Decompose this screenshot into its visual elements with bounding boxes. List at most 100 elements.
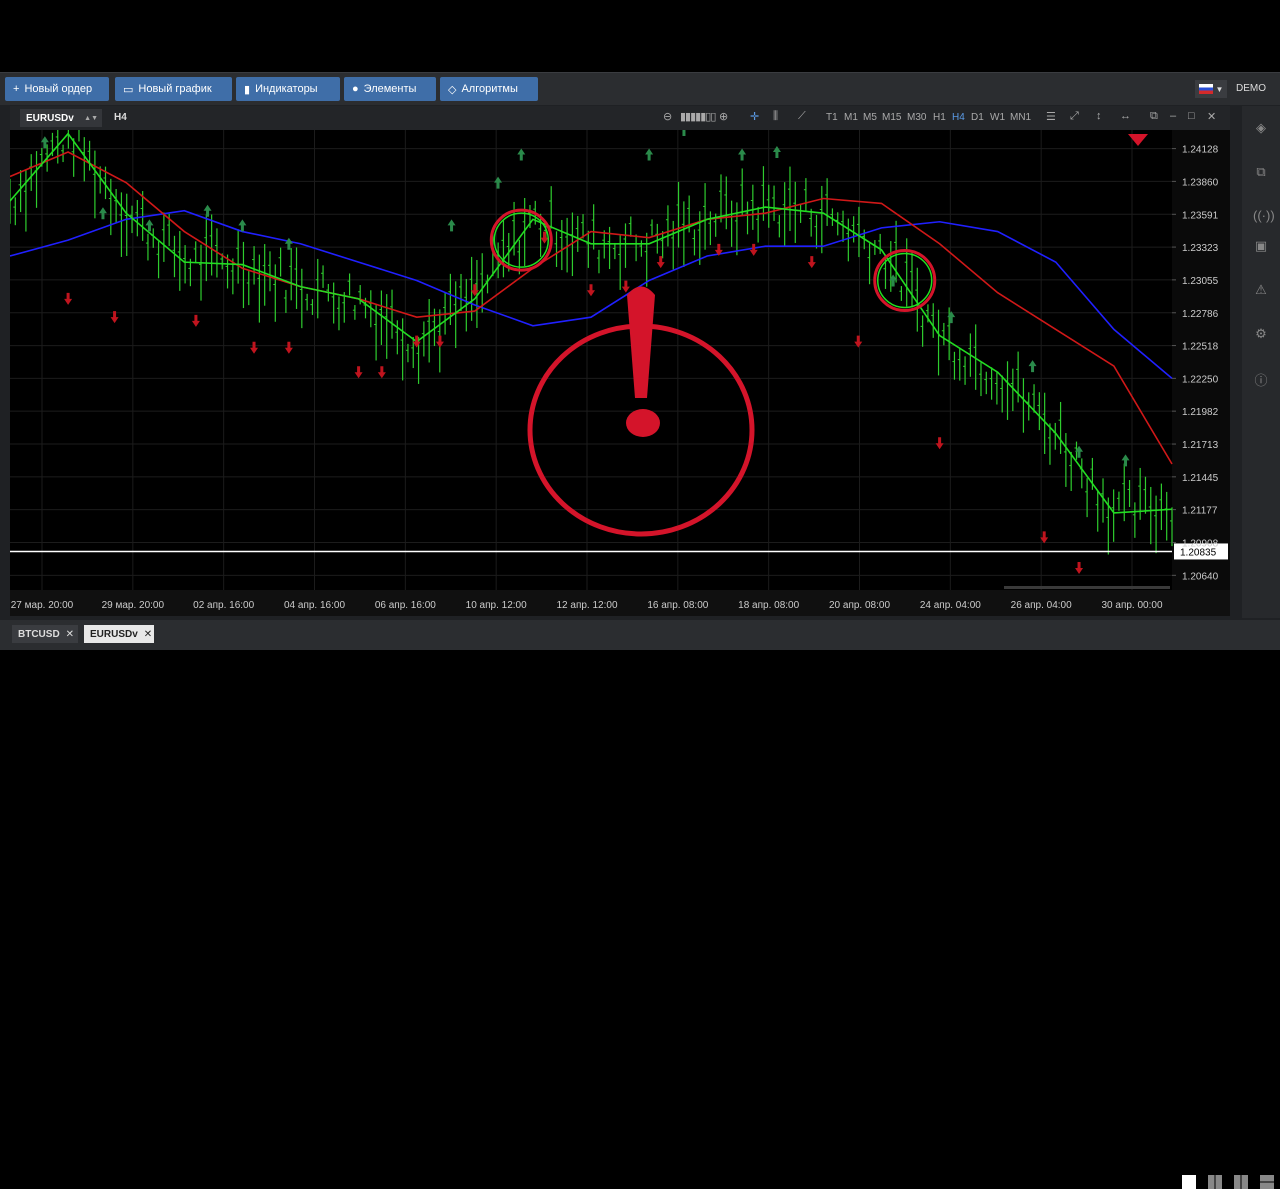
timeframe-m5[interactable]: M5 xyxy=(863,112,877,123)
tab-label: EURUSDv xyxy=(90,628,138,640)
x-tick-label: 30 апр. 00:00 xyxy=(1101,600,1162,611)
chart-icon: ▭ xyxy=(123,83,134,96)
crosshair-icon[interactable]: ✛ xyxy=(750,110,759,123)
detach-icon[interactable]: ⧉ xyxy=(1150,110,1158,123)
vertical-scale-icon[interactable]: ↕ xyxy=(1096,110,1102,122)
new-order-label: Новый ордер xyxy=(24,83,93,95)
layout-grid-icon[interactable] xyxy=(1208,1175,1222,1189)
maximize-icon[interactable]: □ xyxy=(1188,110,1195,122)
close-icon[interactable]: ✕ xyxy=(144,629,152,640)
settings-lines-icon[interactable]: ☰ xyxy=(1046,110,1056,123)
bars-icon: ▮ xyxy=(244,83,251,96)
layout-rows-icon[interactable] xyxy=(1260,1175,1274,1189)
symbol-value: EURUSDv xyxy=(26,112,74,124)
new-order-button[interactable]: + Новый ордер xyxy=(5,77,109,101)
x-tick-label: 18 апр. 08:00 xyxy=(738,600,799,611)
terminal-icon[interactable]: ▣ xyxy=(1253,238,1269,254)
plus-icon: + xyxy=(13,83,20,95)
language-selector[interactable]: ▼ xyxy=(1195,80,1227,98)
x-tick-label: 29 мар. 20:00 xyxy=(102,600,165,611)
price-chart-svg[interactable]: 1.20835 1.241281.238601.235911.233231.23… xyxy=(8,81,1230,616)
new-chart-button[interactable]: ▭ Новый график xyxy=(115,77,232,101)
x-tick-label: 26 апр. 04:00 xyxy=(1011,600,1072,611)
y-tick-label: 1.23860 xyxy=(1182,177,1219,188)
line-chart-icon[interactable]: ⟋ xyxy=(798,110,806,123)
y-tick-label: 1.21177 xyxy=(1182,506,1218,517)
y-tick-label: 1.23055 xyxy=(1182,276,1219,287)
timeframe-mn1[interactable]: MN1 xyxy=(1010,112,1031,123)
symbol-selector[interactable]: EURUSDv ▲▼ xyxy=(20,109,102,127)
eraser-icon[interactable]: ◈ xyxy=(1253,120,1269,136)
timeframe-m30[interactable]: M30 xyxy=(907,112,926,123)
tab-eurusdv[interactable]: EURUSDv ✕ xyxy=(84,625,154,643)
main-toolbar: + Новый ордер ▭ Новый график ▮ Индикатор… xyxy=(0,72,1280,105)
y-tick-label: 1.22786 xyxy=(1182,309,1219,320)
stepper-icon: ▲▼ xyxy=(84,114,98,122)
chart-header: EURUSDv ▲▼ H4 ⊖ ▮▮▮▮▮▯▯ ⊕ ✛ ⫼ ⟋ T1 M1 M5… xyxy=(10,106,1230,130)
y-tick-label: 1.21982 xyxy=(1182,407,1219,418)
tab-btcusd[interactable]: BTCUSD ✕ xyxy=(12,625,78,643)
x-tick-label: 06 апр. 16:00 xyxy=(375,600,436,611)
algorithms-button[interactable]: ◇ Алгоритмы xyxy=(440,77,538,101)
elements-label: Элементы xyxy=(363,83,417,95)
layout-single-icon[interactable] xyxy=(1182,1175,1196,1189)
algorithms-label: Алгоритмы xyxy=(461,83,518,95)
y-tick-label: 1.23591 xyxy=(1182,210,1219,221)
indicators-button[interactable]: ▮ Индикаторы xyxy=(236,77,340,101)
windows-icon[interactable]: ⧉ xyxy=(1253,164,1269,180)
x-tick-label: 02 апр. 16:00 xyxy=(193,600,254,611)
price-axis-area xyxy=(1172,130,1230,590)
x-tick-label: 12 апр. 12:00 xyxy=(556,600,617,611)
chevron-down-icon: ▼ xyxy=(1215,84,1224,94)
x-tick-label: 16 апр. 08:00 xyxy=(647,600,708,611)
gear-icon[interactable]: ⚙ xyxy=(1253,326,1269,342)
y-tick-label: 1.22518 xyxy=(1182,342,1219,353)
zoom-out-icon[interactable]: ⊖ xyxy=(663,110,672,123)
x-tick-label: 20 апр. 08:00 xyxy=(829,600,890,611)
elements-icon: ● xyxy=(352,83,359,95)
new-chart-label: Новый график xyxy=(138,83,212,95)
x-tick-label: 04 апр. 16:00 xyxy=(284,600,345,611)
timeframe-h1[interactable]: H1 xyxy=(933,112,946,123)
zoom-in-icon[interactable]: ⊕ xyxy=(719,110,728,123)
close-icon[interactable]: ✕ xyxy=(1207,110,1216,123)
russian-flag-icon xyxy=(1198,84,1213,94)
info-icon[interactable]: ⓘ xyxy=(1253,370,1269,388)
draw-tool-icon[interactable]: ⤢ xyxy=(1070,110,1079,123)
zoom-slider[interactable]: ▮▮▮▮▮▯▯ xyxy=(680,110,716,123)
chart-tabs-bar: BTCUSD ✕ EURUSDv ✕ xyxy=(0,620,1280,1189)
timeframe-d1[interactable]: D1 xyxy=(971,112,984,123)
account-type-label: DEMO xyxy=(1236,83,1266,94)
timeframe-m1[interactable]: M1 xyxy=(844,112,858,123)
x-tick-label: 27 мар. 20:00 xyxy=(11,600,74,611)
timeframe-w1[interactable]: W1 xyxy=(990,112,1005,123)
timeframe-m15[interactable]: M15 xyxy=(882,112,901,123)
indicators-label: Индикаторы xyxy=(255,83,318,95)
y-tick-label: 1.20908 xyxy=(1182,539,1219,550)
y-tick-label: 1.21713 xyxy=(1182,440,1219,451)
close-icon[interactable]: ✕ xyxy=(66,629,74,640)
price-chart[interactable]: 1.20835 1.24128 1.23860 1.23591 1.23323 1.23… xyxy=(8,81,1230,616)
timeframe-t1[interactable]: T1 xyxy=(826,112,838,123)
x-tick-label: 24 апр. 04:00 xyxy=(920,600,981,611)
diamond-icon: ◇ xyxy=(448,83,457,96)
current-timeframe: H4 xyxy=(114,112,127,123)
x-tick-label: 10 апр. 12:00 xyxy=(466,600,527,611)
signal-icon[interactable]: ((·)) xyxy=(1253,208,1275,224)
tab-label: BTCUSD xyxy=(18,628,60,640)
chart-scrollbar[interactable] xyxy=(1004,586,1170,589)
y-tick-label: 1.21445 xyxy=(1182,473,1219,484)
y-tick-label: 1.20640 xyxy=(1182,571,1219,582)
horizontal-scale-icon[interactable]: ↔ xyxy=(1120,110,1131,122)
candles-icon[interactable]: ⫼ xyxy=(773,110,778,123)
y-tick-label: 1.24128 xyxy=(1182,145,1219,156)
minimize-icon[interactable]: – xyxy=(1170,110,1176,122)
timeframe-h4[interactable]: H4 xyxy=(952,112,965,123)
y-tick-label: 1.23323 xyxy=(1182,243,1219,254)
trading-app: + Новый ордер ▭ Новый график ▮ Индикатор… xyxy=(0,72,1280,1189)
layout-columns-icon[interactable] xyxy=(1234,1175,1248,1189)
right-sidebar: ◈ ⧉ ((·)) ▣ ⚠ ⚙ ⓘ xyxy=(1242,106,1280,618)
elements-button[interactable]: ● Элементы xyxy=(344,77,436,101)
y-tick-label: 1.22250 xyxy=(1182,374,1219,385)
alert-icon[interactable]: ⚠ xyxy=(1253,282,1269,298)
